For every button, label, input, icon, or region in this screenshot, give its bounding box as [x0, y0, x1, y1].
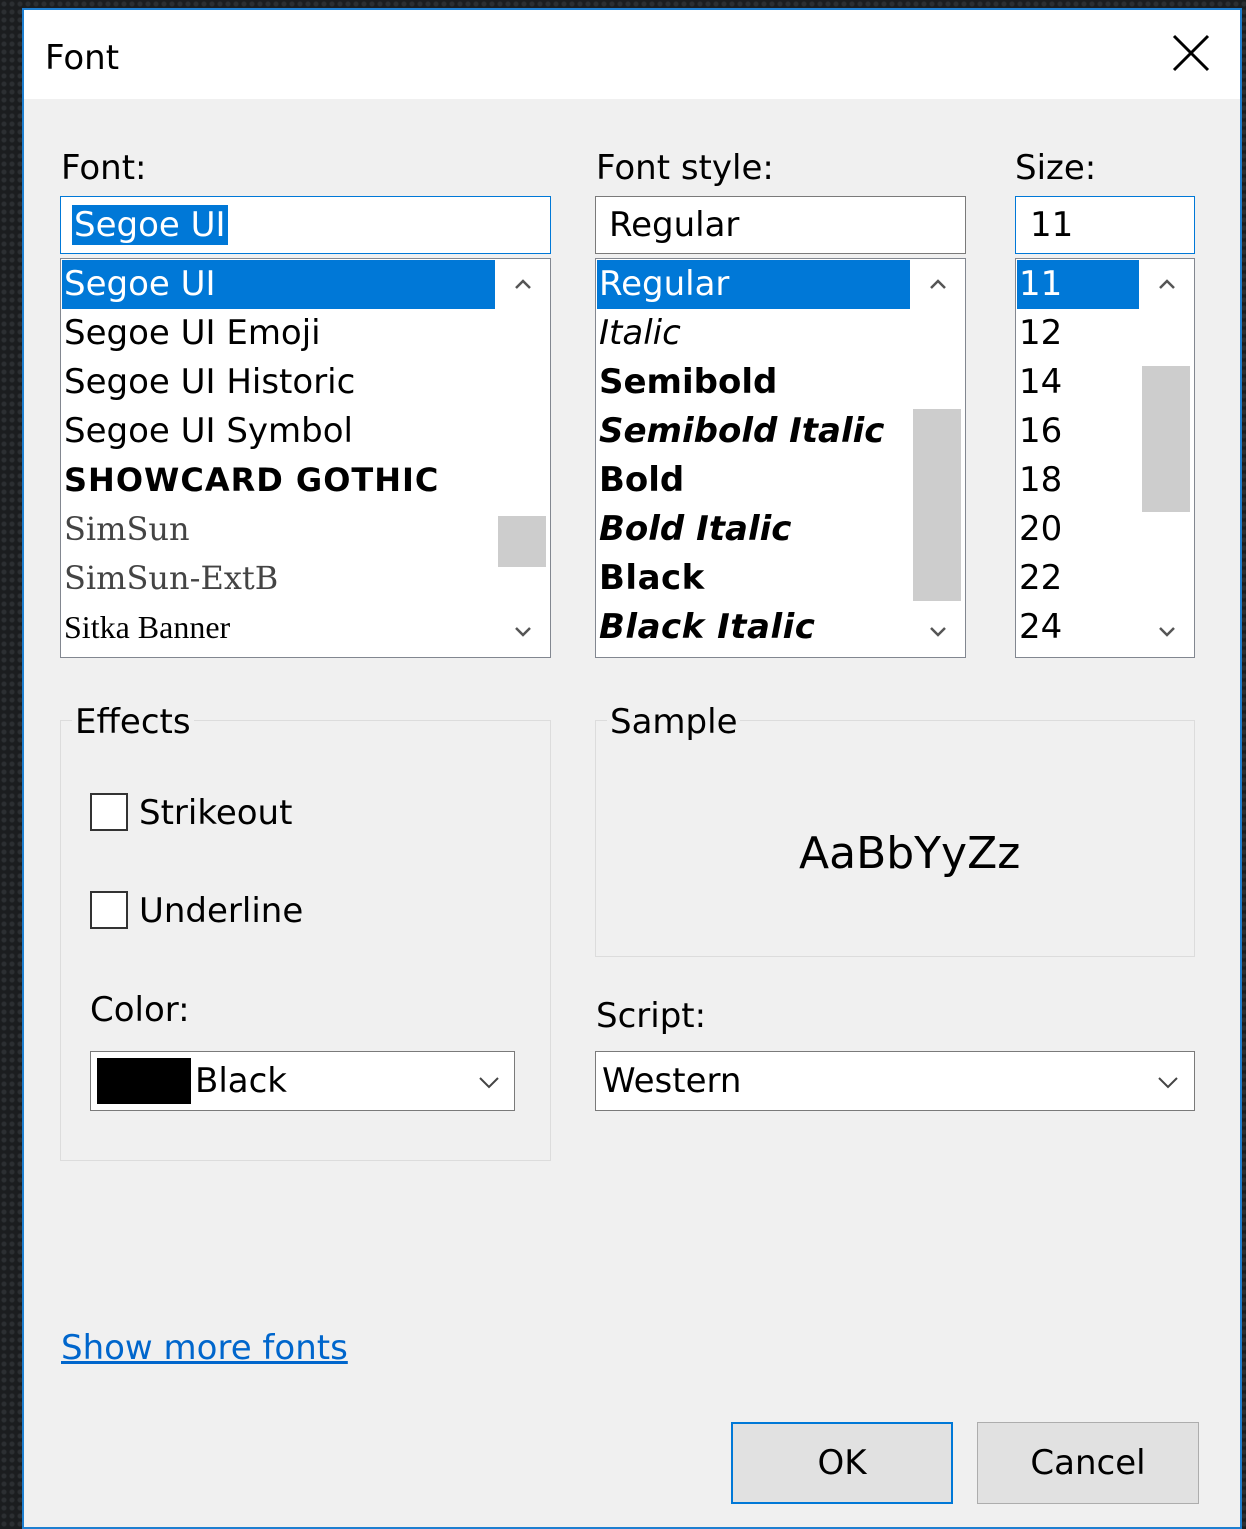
- scroll-up-arrow-icon[interactable]: [911, 259, 965, 309]
- font-label: Font:: [61, 148, 147, 188]
- size-list-item[interactable]: 22: [1017, 554, 1139, 603]
- script-label: Script:: [596, 996, 707, 1036]
- size-list-item[interactable]: 24: [1017, 603, 1139, 652]
- strikeout-label[interactable]: Strikeout: [139, 793, 292, 833]
- font-style-item[interactable]: Italic: [597, 309, 910, 358]
- font-style-item[interactable]: Black: [597, 554, 910, 603]
- size-list-item[interactable]: 14: [1017, 358, 1139, 407]
- font-style-item[interactable]: Semibold Italic: [597, 407, 910, 456]
- scroll-down-arrow-icon[interactable]: [1140, 607, 1194, 657]
- chevron-down-icon: [479, 1077, 499, 1089]
- font-style-item[interactable]: Black Italic: [597, 603, 910, 652]
- font-style-item[interactable]: Bold: [597, 456, 910, 505]
- title-bar: Font: [24, 10, 1240, 99]
- font-list-item[interactable]: Segoe UI Historic: [62, 358, 495, 407]
- size-list[interactable]: 11 12 14 16 18 20 22 24: [1015, 258, 1195, 658]
- scroll-down-arrow-icon[interactable]: [496, 607, 550, 657]
- size-list-item[interactable]: 11: [1017, 260, 1139, 309]
- font-list-item[interactable]: Segoe UI: [62, 260, 495, 309]
- scroll-up-arrow-icon[interactable]: [496, 259, 550, 309]
- scroll-thumb[interactable]: [498, 516, 546, 567]
- sample-title: Sample: [607, 702, 741, 742]
- cancel-button-label: Cancel: [1030, 1443, 1146, 1483]
- font-style-item[interactable]: Bold Italic: [597, 505, 910, 554]
- color-label: Color:: [90, 990, 190, 1030]
- size-input[interactable]: 11: [1015, 196, 1195, 254]
- scroll-down-arrow-icon[interactable]: [911, 607, 965, 657]
- color-select[interactable]: Black: [90, 1051, 515, 1111]
- size-list-item[interactable]: 18: [1017, 456, 1139, 505]
- scroll-thumb[interactable]: [913, 409, 961, 601]
- sample-preview-text: AaBbYyZz: [799, 828, 1021, 879]
- font-dialog: Font Font: Segoe UI Segoe UI Segoe UI Em…: [22, 8, 1242, 1529]
- font-list[interactable]: Segoe UI Segoe UI Emoji Segoe UI Histori…: [60, 258, 551, 658]
- size-list-item[interactable]: 16: [1017, 407, 1139, 456]
- size-list-scrollbar[interactable]: [1140, 259, 1194, 657]
- font-list-item[interactable]: Sitka Banner: [62, 603, 495, 652]
- chevron-down-icon: [1158, 1077, 1178, 1089]
- font-list-item[interactable]: SHOWCARD GOTHIC: [62, 456, 495, 505]
- close-icon[interactable]: [1170, 32, 1212, 74]
- ok-button-label: OK: [817, 1443, 867, 1483]
- font-style-label: Font style:: [596, 148, 774, 188]
- color-swatch: [97, 1058, 191, 1104]
- font-style-scrollbar[interactable]: [911, 259, 965, 657]
- font-style-item[interactable]: Semibold: [597, 358, 910, 407]
- font-style-list[interactable]: Regular Italic Semibold Semibold Italic …: [595, 258, 966, 658]
- ok-button[interactable]: OK: [731, 1422, 953, 1504]
- script-value: Western: [602, 1061, 742, 1101]
- cancel-button[interactable]: Cancel: [977, 1422, 1199, 1504]
- scroll-thumb[interactable]: [1142, 366, 1190, 512]
- effects-title: Effects: [72, 702, 194, 742]
- size-value: 11: [1030, 205, 1074, 245]
- window-title: Font: [45, 38, 120, 78]
- underline-checkbox[interactable]: [90, 891, 128, 929]
- font-list-item[interactable]: SimSun-ExtB: [62, 554, 495, 603]
- color-value: Black: [195, 1061, 287, 1101]
- scroll-up-arrow-icon[interactable]: [1140, 259, 1194, 309]
- underline-label[interactable]: Underline: [139, 891, 303, 931]
- show-more-fonts-link[interactable]: Show more fonts: [61, 1328, 348, 1368]
- size-list-item[interactable]: 12: [1017, 309, 1139, 358]
- size-list-item[interactable]: 20: [1017, 505, 1139, 554]
- size-label: Size:: [1015, 148, 1097, 188]
- strikeout-checkbox[interactable]: [90, 793, 128, 831]
- script-select[interactable]: Western: [595, 1051, 1195, 1111]
- font-style-input[interactable]: Regular: [595, 196, 966, 254]
- font-style-value: Regular: [609, 205, 740, 245]
- font-list-item[interactable]: Segoe UI Symbol: [62, 407, 495, 456]
- font-list-item[interactable]: Segoe UI Emoji: [62, 309, 495, 358]
- font-name-value: Segoe UI: [72, 205, 228, 245]
- font-name-input[interactable]: Segoe UI: [60, 196, 551, 254]
- font-list-scrollbar[interactable]: [496, 259, 550, 657]
- font-style-item[interactable]: Regular: [597, 260, 910, 309]
- font-list-item[interactable]: SimSun: [62, 505, 495, 554]
